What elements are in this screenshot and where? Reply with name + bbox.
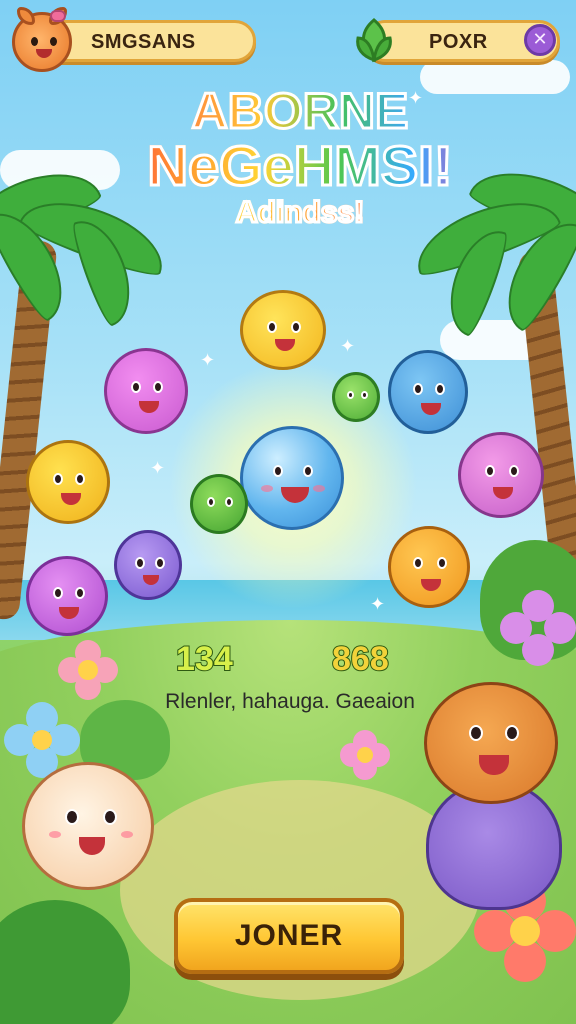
play-button[interactable]: JONER [174, 898, 404, 974]
resource-label: POXR [429, 31, 488, 53]
sparkle-icon: ✦ [408, 88, 424, 109]
bow-icon [50, 10, 66, 22]
orange-critter[interactable] [388, 526, 470, 608]
yellow-critter[interactable] [240, 290, 326, 370]
game-title: ABORNE NeGeHMSI! Adindss! [110, 85, 490, 230]
title-line-2: NeGeHMSI! [110, 136, 490, 195]
sparkle-icon: ✦ [340, 336, 356, 357]
score-left: 134 [175, 639, 234, 679]
score-right: 868 [331, 639, 390, 679]
blue-critter[interactable] [388, 350, 468, 434]
magenta-cat-critter[interactable] [26, 556, 108, 636]
leaf-icon [356, 18, 392, 63]
orange-bear-character[interactable] [424, 682, 558, 804]
yellow-cat-critter[interactable] [26, 440, 110, 524]
sparkle-icon: ✦ [150, 458, 166, 479]
sparkle-icon: ✦ [200, 350, 216, 371]
player-name: SMGSANS [91, 31, 196, 53]
pink-cat-critter[interactable] [458, 432, 544, 518]
green-critter[interactable] [190, 474, 248, 534]
close-icon[interactable]: ✕ [524, 24, 556, 56]
title-line-3: Adindss! [110, 196, 490, 229]
small-green-critter[interactable] [332, 372, 380, 422]
cream-cat-character[interactable] [22, 762, 154, 890]
flower [500, 590, 576, 666]
sparkle-icon: ✦ [370, 594, 386, 615]
blue-ball-hero[interactable] [240, 426, 344, 530]
flower [58, 640, 118, 700]
purple-critter[interactable] [114, 530, 182, 600]
game-scene: SMGSANS POXR ✕ ABORNE NeGeHMSI! Adindss!… [0, 0, 576, 1024]
flower [340, 730, 390, 780]
subtitle-text: Rlenler, hahauga. Gaeaion [165, 690, 415, 713]
player-name-bar[interactable]: SMGSANS [40, 20, 256, 62]
title-line-1: ABORNE [110, 85, 490, 138]
pink-critter[interactable] [104, 348, 188, 434]
